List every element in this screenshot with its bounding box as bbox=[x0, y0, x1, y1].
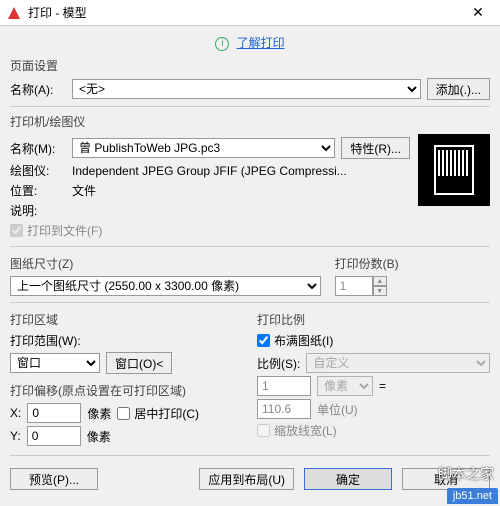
copies-down-button: ▼ bbox=[373, 286, 387, 296]
printer-name-label: 名称(M): bbox=[10, 140, 66, 157]
copies-up-button: ▲ bbox=[373, 276, 387, 286]
copies-spinner: ▲ ▼ bbox=[335, 276, 387, 296]
print-to-file-input bbox=[10, 224, 23, 237]
preview-button[interactable]: 预览(P)... bbox=[10, 468, 98, 490]
printer-title: 打印机/绘图仪 bbox=[10, 113, 490, 130]
offset-y-input[interactable] bbox=[27, 426, 81, 446]
scale-lw-checkbox: 缩放线宽(L) bbox=[257, 422, 337, 439]
offset-x-input[interactable] bbox=[27, 403, 81, 423]
range-select[interactable]: 窗口 bbox=[10, 353, 100, 373]
pagesetup-name-label: 名称(A): bbox=[10, 81, 66, 98]
paper-size-title: 图纸尺寸(Z) bbox=[10, 255, 321, 272]
page-setup-title: 页面设置 bbox=[10, 57, 490, 74]
copies-input bbox=[335, 276, 373, 296]
offset-title: 打印偏移(原点设置在可打印区域) bbox=[10, 382, 243, 399]
fit-input[interactable] bbox=[257, 334, 270, 347]
pagesetup-add-button[interactable]: 添加(.)... bbox=[427, 78, 490, 100]
range-label: 打印范围(W): bbox=[10, 332, 243, 349]
scale-num-unit: 像素 bbox=[317, 376, 373, 396]
scale-title: 打印比例 bbox=[257, 311, 490, 328]
pagesetup-name-select[interactable]: <无> bbox=[72, 79, 421, 99]
scale-lw-input bbox=[257, 424, 270, 437]
plotter-value: Independent JPEG Group JFIF (JPEG Compre… bbox=[72, 164, 347, 178]
offset-y-label: Y: bbox=[10, 429, 21, 443]
window-title: 打印 - 模型 bbox=[28, 4, 462, 21]
scale-num-input bbox=[257, 376, 311, 396]
close-icon[interactable]: ✕ bbox=[462, 4, 494, 21]
print-to-file-checkbox: 打印到文件(F) bbox=[10, 222, 102, 239]
desc-label: 说明: bbox=[10, 202, 66, 219]
ratio-select: 自定义 bbox=[306, 353, 490, 373]
plotter-label: 绘图仪: bbox=[10, 162, 66, 179]
center-checkbox[interactable]: 居中打印(C) bbox=[117, 405, 199, 422]
window-pick-button[interactable]: 窗口(O)< bbox=[106, 352, 172, 374]
scale-den-unit: 单位(U) bbox=[317, 401, 358, 418]
area-title: 打印区域 bbox=[10, 311, 243, 328]
copies-title: 打印份数(B) bbox=[335, 255, 490, 272]
scale-den-input bbox=[257, 399, 311, 419]
offset-x-unit: 像素 bbox=[87, 405, 111, 422]
dialog-buttons: 预览(P)... 应用到布局(U) 确定 取消 bbox=[10, 462, 490, 490]
offset-x-label: X: bbox=[10, 406, 21, 420]
fit-checkbox[interactable]: 布满图纸(I) bbox=[257, 332, 333, 349]
printer-props-button[interactable]: 特性(R)... bbox=[341, 137, 410, 159]
where-label: 位置: bbox=[10, 182, 66, 199]
ok-button[interactable]: 确定 bbox=[304, 468, 392, 490]
learn-print-link[interactable]: 了解打印 bbox=[237, 36, 285, 50]
titlebar: 打印 - 模型 ✕ bbox=[0, 0, 500, 26]
scale-eq: = bbox=[379, 379, 386, 393]
help-row: i 了解打印 bbox=[10, 32, 490, 55]
ratio-label: 比例(S): bbox=[257, 355, 300, 372]
where-value: 文件 bbox=[72, 182, 96, 199]
apply-layout-button[interactable]: 应用到布局(U) bbox=[199, 468, 294, 490]
center-input[interactable] bbox=[117, 407, 130, 420]
paper-size-select[interactable]: 上一个图纸尺寸 (2550.00 x 3300.00 像素) bbox=[10, 276, 321, 296]
printer-name-select[interactable]: 曾 PublishToWeb JPG.pc3 bbox=[72, 138, 335, 158]
app-logo-icon bbox=[6, 5, 22, 21]
brand-text: 脚本之家 bbox=[438, 464, 494, 484]
watermark: jb51.net bbox=[447, 488, 498, 504]
offset-y-unit: 像素 bbox=[87, 428, 111, 445]
paper-preview bbox=[418, 134, 490, 206]
info-icon: i bbox=[215, 37, 229, 51]
